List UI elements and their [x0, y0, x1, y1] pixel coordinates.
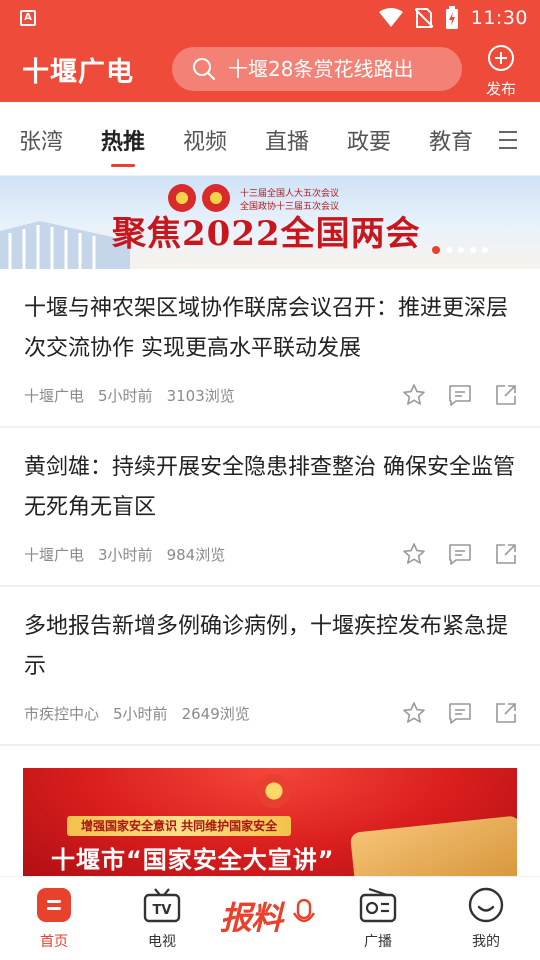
- category-tabs: 张湾 热推 视频 直播 政要 教育: [0, 102, 540, 176]
- profile-icon: [468, 887, 504, 923]
- nav-profile[interactable]: 我的: [456, 887, 516, 951]
- banner-strip-text: 增强国家安全意识 共同维护国家安全: [67, 816, 292, 836]
- news-meta: 十堰广电 3小时前 984浏览: [24, 544, 239, 565]
- banner-subtitle-1: 十三届全国人大五次会议: [240, 189, 340, 199]
- news-views: 3103浏览: [166, 387, 235, 405]
- banner-title: 聚焦2022全国两会: [112, 214, 421, 254]
- news-item[interactable]: 黄剑雄：持续开展安全隐患排查整治 确保安全监管无死角无盲区 十堰广电 3小时前 98…: [0, 428, 540, 587]
- comment-icon[interactable]: [448, 542, 472, 566]
- news-source: 市疾控中心: [24, 705, 100, 723]
- nav-label: 我的: [472, 934, 500, 950]
- nav-tv[interactable]: TV 电视: [132, 887, 192, 951]
- wifi-icon: [378, 8, 403, 27]
- tv-icon: TV: [143, 888, 181, 923]
- nav-report[interactable]: 报料: [220, 893, 320, 939]
- nav-radio[interactable]: 广播: [348, 887, 408, 951]
- microphone-icon: [292, 899, 316, 923]
- news-meta: 十堰广电 5小时前 3103浏览: [24, 385, 249, 406]
- plus-circle-icon: [488, 45, 514, 71]
- news-item[interactable]: 十堰与神农架区域协作联席会议召开：推进更深层次交流协作 实现更高水平联动发展 十…: [0, 269, 540, 428]
- news-time: 3小时前: [98, 546, 153, 564]
- app-notification-icon: A: [20, 10, 36, 26]
- share-icon[interactable]: [494, 383, 518, 407]
- comment-icon[interactable]: [448, 701, 472, 725]
- building-illustration: [0, 221, 130, 269]
- tab-zhangwan[interactable]: 张湾: [19, 124, 63, 156]
- news-source: 十堰广电: [24, 387, 85, 405]
- news-title[interactable]: 十堰与神农架区域协作联席会议召开：推进更深层次交流协作 实现更高水平联动发展: [24, 289, 518, 369]
- battery-charging-icon: [445, 6, 458, 29]
- radio-icon: [359, 887, 397, 923]
- national-emblem-icon: [257, 774, 291, 808]
- star-icon[interactable]: [402, 542, 426, 566]
- nav-label: 首页: [40, 934, 68, 950]
- clock: 11:30: [470, 7, 528, 29]
- decorative-shape: [349, 815, 517, 876]
- news-time: 5小时前: [98, 387, 153, 405]
- tab-video[interactable]: 视频: [183, 124, 227, 156]
- no-sim-icon: [414, 8, 433, 28]
- search-input[interactable]: [228, 57, 448, 81]
- carousel-dots: [432, 246, 488, 254]
- nav-home[interactable]: 首页: [24, 887, 84, 951]
- comment-icon[interactable]: [448, 383, 472, 407]
- home-icon: [37, 888, 71, 922]
- news-views: 2649浏览: [181, 705, 250, 723]
- news-title[interactable]: 黄剑雄：持续开展安全隐患排查整治 确保安全监管无死角无盲区: [24, 448, 518, 528]
- publish-button[interactable]: 发布: [478, 44, 524, 99]
- nav-label: 广播: [364, 934, 392, 950]
- app-logo: 十堰广电: [22, 57, 134, 88]
- news-source: 十堰广电: [24, 546, 85, 564]
- search-bar[interactable]: [172, 47, 462, 91]
- menu-icon[interactable]: [499, 131, 517, 149]
- news-views: 984浏览: [166, 546, 226, 564]
- nav-label: 电视: [148, 934, 176, 950]
- svg-text:TV: TV: [153, 903, 172, 918]
- bottom-navigation: 首页 TV 电视 报料 广播 我的: [0, 876, 540, 960]
- tab-live[interactable]: 直播: [265, 124, 309, 156]
- star-icon[interactable]: [402, 383, 426, 407]
- active-tab-indicator: [111, 164, 135, 167]
- search-icon: [193, 58, 216, 81]
- news-title[interactable]: 多地报告新增多例确诊病例，十堰疾控发布紧急提示: [24, 607, 518, 687]
- star-icon[interactable]: [402, 701, 426, 725]
- share-icon[interactable]: [494, 701, 518, 725]
- banner-title: 十堰市“国家安全大宣讲”: [51, 846, 335, 874]
- banner-two-sessions[interactable]: 十三届全国人大五次会议 全国政协十三届五次会议 聚焦2022全国两会: [0, 176, 540, 269]
- tab-hot[interactable]: 热推: [101, 124, 145, 156]
- tab-education[interactable]: 教育: [429, 124, 473, 156]
- news-item[interactable]: 多地报告新增多例确诊病例，十堰疾控发布紧急提示 市疾控中心 5小时前 2649浏览: [0, 587, 540, 746]
- share-icon[interactable]: [494, 542, 518, 566]
- app-header: 十堰广电 发布: [0, 36, 540, 102]
- news-time: 5小时前: [113, 705, 168, 723]
- news-meta: 市疾控中心 5小时前 2649浏览: [24, 703, 264, 724]
- status-bar: A 11:30: [0, 0, 540, 36]
- publish-label: 发布: [485, 80, 516, 98]
- tab-politics[interactable]: 政要: [347, 124, 391, 156]
- banner-national-security[interactable]: 增强国家安全意识 共同维护国家安全 十堰市“国家安全大宣讲”: [23, 768, 517, 876]
- report-label: 报料: [220, 899, 283, 937]
